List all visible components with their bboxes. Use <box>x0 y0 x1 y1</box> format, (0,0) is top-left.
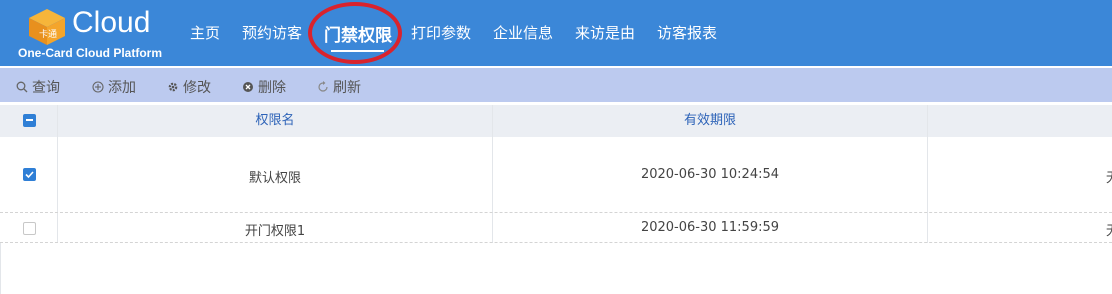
delete-circle-icon <box>243 82 253 92</box>
indeterminate-mark-icon <box>26 119 33 121</box>
delete-button[interactable]: 删除 <box>242 77 286 97</box>
row-extra-cell: 无 <box>1106 167 1112 186</box>
add-label: 添加 <box>108 80 136 96</box>
refresh-label: 刷新 <box>333 80 361 96</box>
top-header: 卡通 Cloud One-Card Cloud Platform 主页 预约访客… <box>0 0 1112 66</box>
query-button[interactable]: 查询 <box>16 77 60 97</box>
column-header-expiry[interactable]: 有效期限 <box>493 105 927 137</box>
row-expiry: 2020-06-30 10:24:54 <box>640 167 780 182</box>
column-header-permission-name[interactable]: 权限名 <box>58 105 492 137</box>
row-permission-name: 默认权限 <box>248 171 301 186</box>
row-permission-name: 开门权限1 <box>244 224 306 239</box>
table-header: 权限名 有效期限 <box>0 105 1112 137</box>
logo-text: Cloud <box>72 6 151 39</box>
check-icon <box>25 171 34 179</box>
toolbar: 查询 添加 修改 删除 刷新 <box>0 68 1112 102</box>
gear-icon <box>168 82 178 92</box>
row-extra-cell: 无 <box>1106 220 1112 239</box>
query-label: 查询 <box>32 80 60 96</box>
table-left-border <box>0 243 1 294</box>
row-checkbox[interactable] <box>23 168 36 181</box>
table-row[interactable]: 默认权限 2020-06-30 10:24:54 无 <box>0 137 1112 213</box>
delete-label: 删除 <box>258 80 286 96</box>
edit-button[interactable]: 修改 <box>167 77 211 97</box>
nav-item-visit-reason[interactable]: 来访是由 <box>575 22 635 43</box>
nav-item-visitor-booking[interactable]: 预约访客 <box>242 22 302 43</box>
logo-cube-icon: 卡通 <box>29 9 65 45</box>
add-circle-icon <box>92 81 104 93</box>
highlight-circle <box>308 2 402 64</box>
nav-item-home[interactable]: 主页 <box>190 22 220 43</box>
nav-item-company-info[interactable]: 企业信息 <box>493 22 553 43</box>
refresh-icon <box>318 81 328 92</box>
select-all-checkbox[interactable] <box>23 114 36 127</box>
nav-item-visitor-report[interactable]: 访客报表 <box>657 22 717 43</box>
row-checkbox[interactable] <box>23 222 36 235</box>
logo-mark-text: 卡通 <box>39 28 57 40</box>
refresh-button[interactable]: 刷新 <box>317 77 361 97</box>
edit-label: 修改 <box>183 80 211 96</box>
nav-item-print-params[interactable]: 打印参数 <box>411 22 471 43</box>
row-expiry: 2020-06-30 11:59:59 <box>640 220 780 235</box>
logo-subtitle: One-Card Cloud Platform <box>18 46 163 60</box>
search-icon <box>16 81 28 93</box>
add-button[interactable]: 添加 <box>92 77 136 97</box>
table-row[interactable]: 开门权限1 2020-06-30 11:59:59 无 <box>0 214 1112 243</box>
